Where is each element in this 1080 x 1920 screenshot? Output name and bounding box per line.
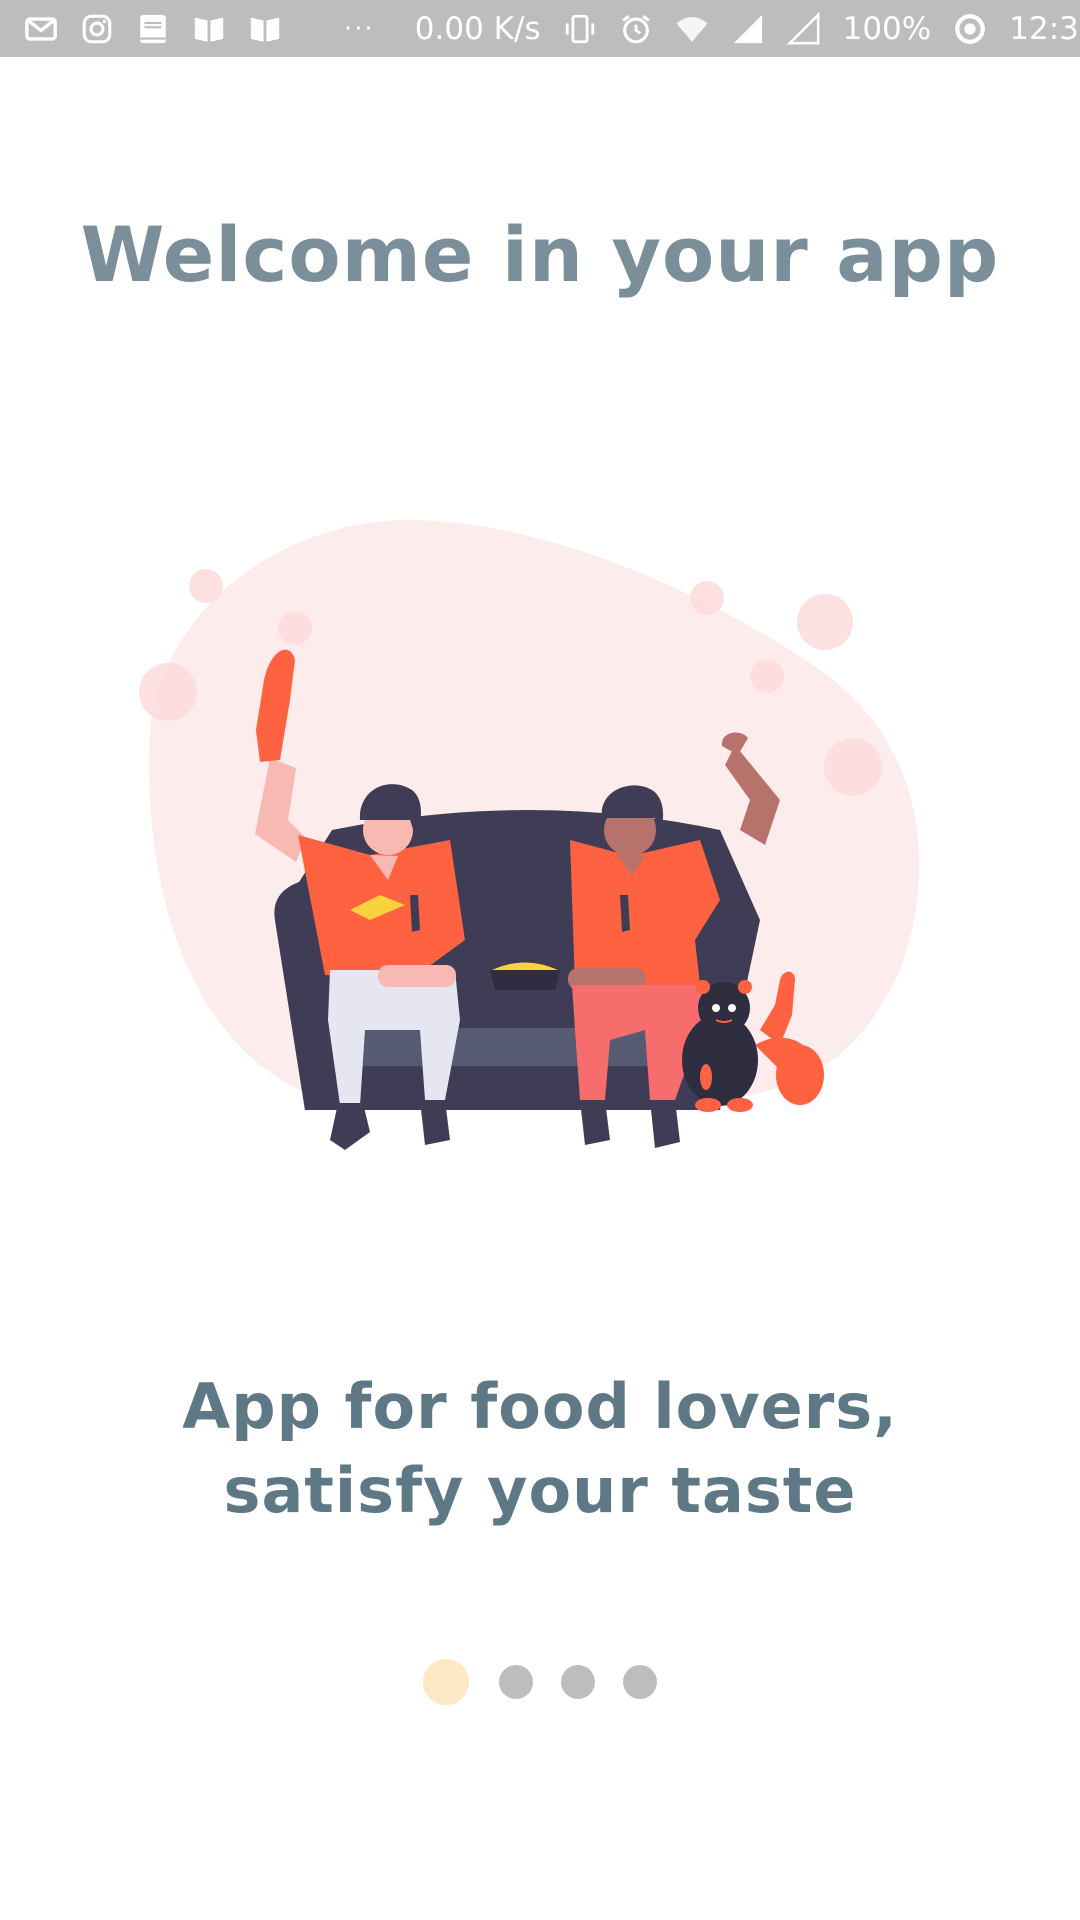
status-bar-left: ··· bbox=[24, 12, 415, 46]
bubble bbox=[139, 663, 197, 721]
page-dot[interactable] bbox=[499, 1665, 533, 1699]
battery-percent: 100% bbox=[842, 10, 932, 47]
network-speed: 0.00 K/s bbox=[414, 10, 541, 47]
instagram-icon bbox=[80, 12, 114, 46]
page-indicator[interactable] bbox=[0, 1658, 1080, 1706]
gmail-icon bbox=[24, 12, 58, 46]
page-dot-active[interactable] bbox=[423, 1659, 469, 1705]
bubble bbox=[750, 659, 784, 693]
signal-icon bbox=[731, 12, 765, 46]
bubble bbox=[797, 594, 853, 650]
battery-saver-icon bbox=[953, 12, 987, 46]
book-icon bbox=[248, 12, 282, 46]
wifi-icon bbox=[675, 12, 709, 46]
bubble bbox=[690, 581, 724, 615]
vibrate-icon bbox=[563, 12, 597, 46]
fans-on-couch-illustration bbox=[139, 520, 920, 1150]
alarm-icon bbox=[619, 12, 653, 46]
bubble bbox=[278, 611, 312, 645]
clock: 12:33 bbox=[1009, 10, 1080, 47]
page-title: Welcome in your app bbox=[80, 210, 1000, 299]
bubble bbox=[824, 738, 882, 796]
page-dot[interactable] bbox=[623, 1665, 657, 1699]
holy-bible-icon bbox=[136, 12, 170, 46]
book-icon bbox=[192, 12, 226, 46]
page-subtitle: App for food lovers, satisfy your taste bbox=[182, 1370, 898, 1527]
signal-empty-icon bbox=[786, 11, 821, 46]
overflow-notifications: ··· bbox=[344, 13, 375, 44]
bubble bbox=[189, 569, 223, 603]
status-bar-right: 0.00 K/s 100% 12:33 bbox=[415, 11, 1080, 47]
page-dot[interactable] bbox=[561, 1665, 595, 1699]
status-bar: ··· 0.00 K/s 100% 12:33 bbox=[0, 0, 1080, 57]
